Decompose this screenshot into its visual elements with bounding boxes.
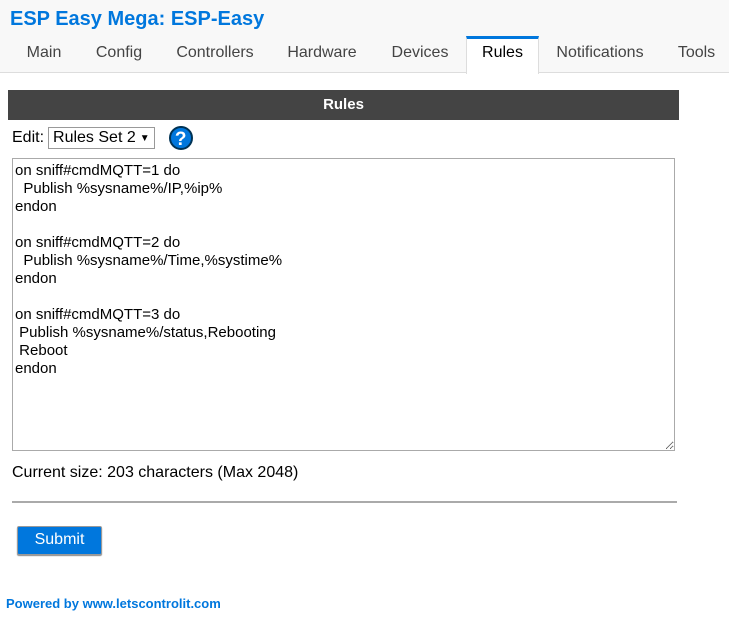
divider — [12, 501, 677, 503]
app-title: ESP Easy Mega: ESP-Easy — [10, 8, 265, 30]
tab-main[interactable]: Main — [11, 36, 77, 73]
submit-button[interactable]: Submit — [17, 526, 102, 555]
tab-devices[interactable]: Devices — [376, 36, 464, 73]
rules-editor[interactable]: on sniff#cmdMQTT=1 do Publish %sysname%/… — [12, 158, 675, 451]
edit-label: Edit: — [12, 129, 45, 146]
header: ESP Easy Mega: ESP-Easy Main Config Cont… — [0, 0, 729, 74]
rules-set-select[interactable]: Rules Set 2 ▼ — [48, 127, 155, 149]
dropdown-arrow-icon: ▼ — [139, 132, 150, 144]
tab-tools[interactable]: Tools — [664, 36, 729, 73]
size-info: Current size: 203 characters (Max 2048) — [12, 464, 299, 481]
tab-notifications[interactable]: Notifications — [541, 36, 659, 73]
tab-hardware[interactable]: Hardware — [272, 36, 372, 73]
powered-by-link[interactable]: Powered by www.letscontrolit.com — [6, 596, 221, 611]
help-icon[interactable]: ? — [168, 126, 193, 150]
section-header: Rules — [8, 90, 679, 120]
tab-controllers[interactable]: Controllers — [160, 36, 270, 73]
rules-set-value: Rules Set 2 — [53, 129, 136, 146]
edit-row: Edit: Rules Set 2 ▼ ? — [12, 126, 193, 150]
tab-config[interactable]: Config — [80, 36, 158, 73]
tab-rules[interactable]: Rules — [466, 36, 539, 74]
